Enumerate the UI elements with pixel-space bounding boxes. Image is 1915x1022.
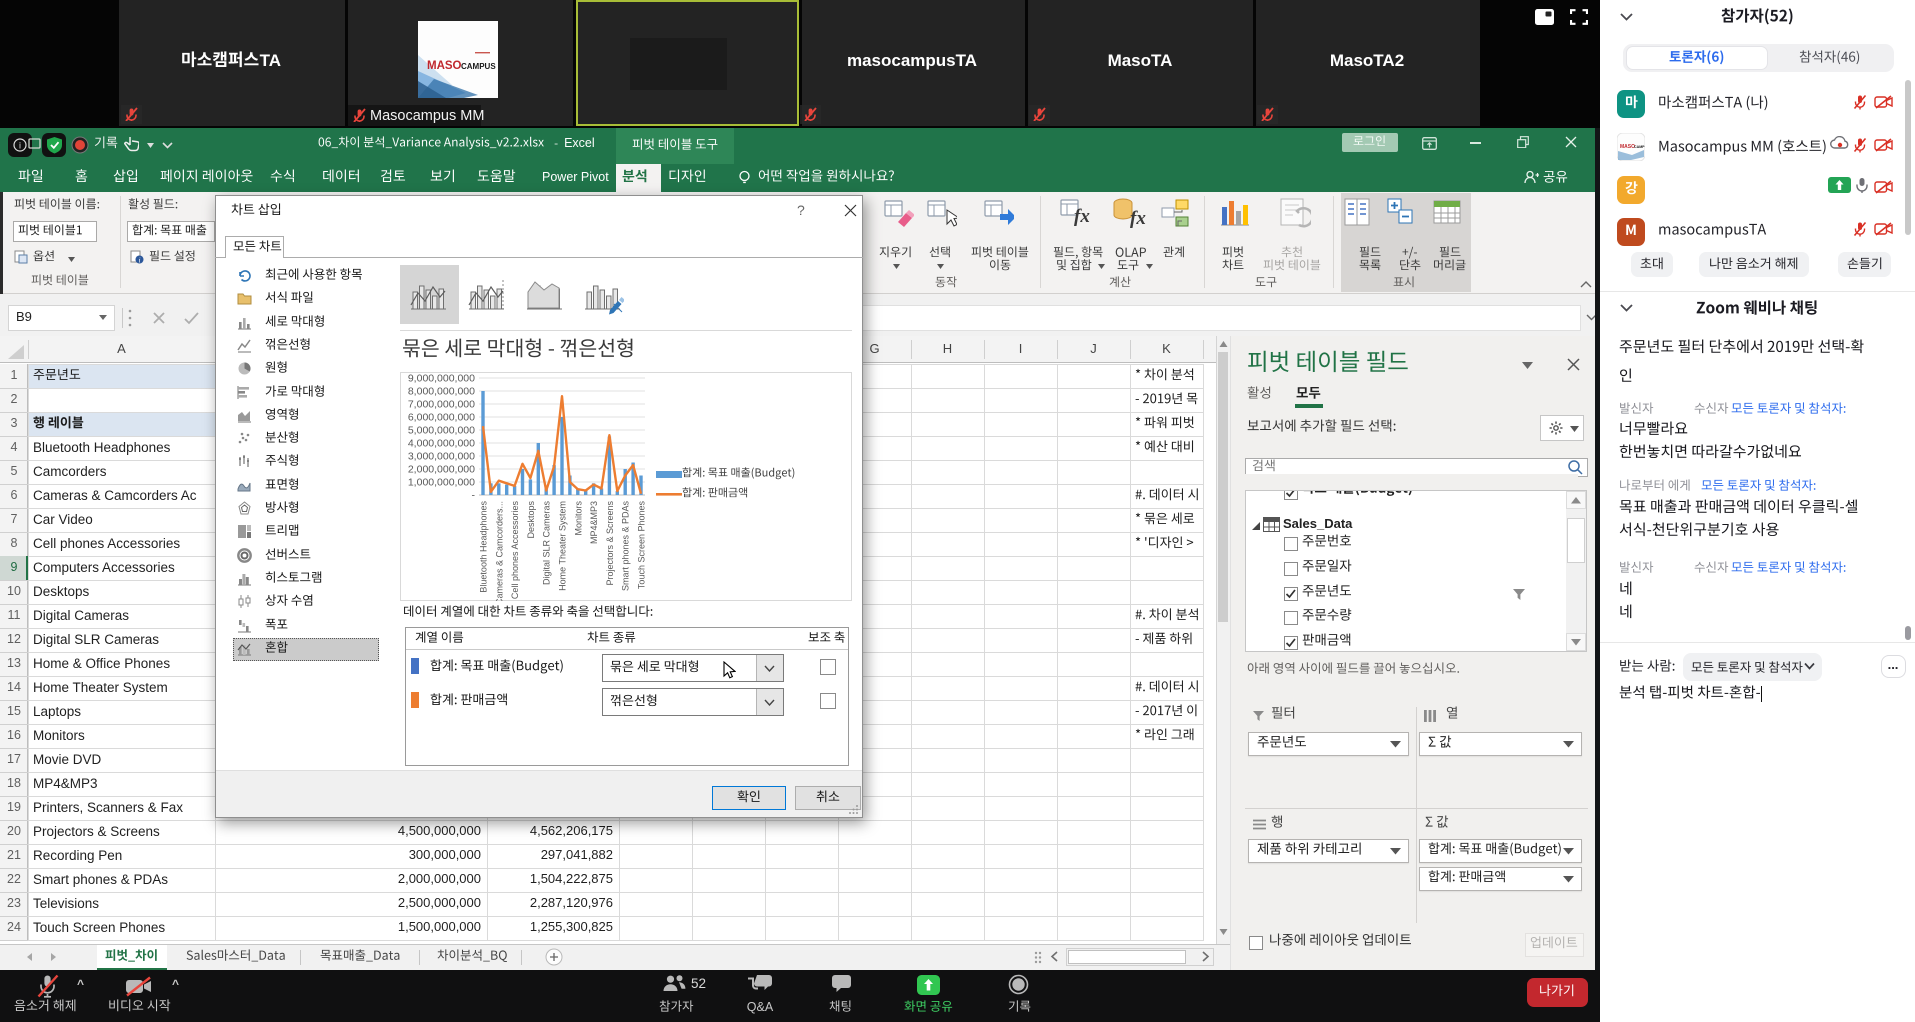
svg-text:i: i — [138, 255, 140, 264]
svg-text:Desktops: Desktops — [526, 501, 536, 539]
svg-text:Home Theater System: Home Theater System — [558, 501, 568, 591]
svg-text:Digital SLR Cameras: Digital SLR Cameras — [542, 501, 552, 586]
svg-text:9,000,000,000: 9,000,000,000 — [408, 373, 475, 385]
svg-text:Touch Screen Phones: Touch Screen Phones — [637, 501, 647, 590]
svg-text:Projectors & Screens: Projectors & Screens — [605, 501, 615, 586]
svg-text:CAMP: CAMP — [1634, 145, 1645, 149]
svg-text:Monitors: Monitors — [573, 501, 583, 536]
svg-text:Bluetooth Headphones: Bluetooth Headphones — [479, 501, 489, 593]
svg-text:6,000,000,000: 6,000,000,000 — [408, 412, 475, 424]
svg-text:7,000,000,000: 7,000,000,000 — [408, 399, 475, 411]
svg-text:3,000,000,000: 3,000,000,000 — [408, 451, 475, 463]
svg-text:Cell phones Accessories: Cell phones Accessories — [510, 501, 520, 600]
svg-text:2,000,000,000: 2,000,000,000 — [408, 464, 475, 476]
svg-text:Cameras & Camcorders...: Cameras & Camcorders... — [494, 501, 504, 601]
svg-text:8,000,000,000: 8,000,000,000 — [408, 386, 475, 398]
svg-text:MP4&MP3: MP4&MP3 — [589, 501, 599, 544]
svg-text:fx: fx — [1130, 208, 1146, 229]
svg-text:4,000,000,000: 4,000,000,000 — [408, 438, 475, 450]
svg-text:i: i — [19, 141, 21, 151]
svg-text:1,000,000,000: 1,000,000,000 — [408, 477, 475, 489]
svg-text:MASO: MASO — [1620, 144, 1635, 150]
svg-text:-: - — [472, 490, 476, 502]
svg-text:CAMPUS: CAMPUS — [461, 62, 496, 71]
svg-text:fx: fx — [1074, 206, 1090, 227]
svg-text:MASO: MASO — [427, 60, 462, 72]
svg-text:Smart phones & PDAs: Smart phones & PDAs — [621, 501, 631, 592]
svg-text:5,000,000,000: 5,000,000,000 — [408, 425, 475, 437]
